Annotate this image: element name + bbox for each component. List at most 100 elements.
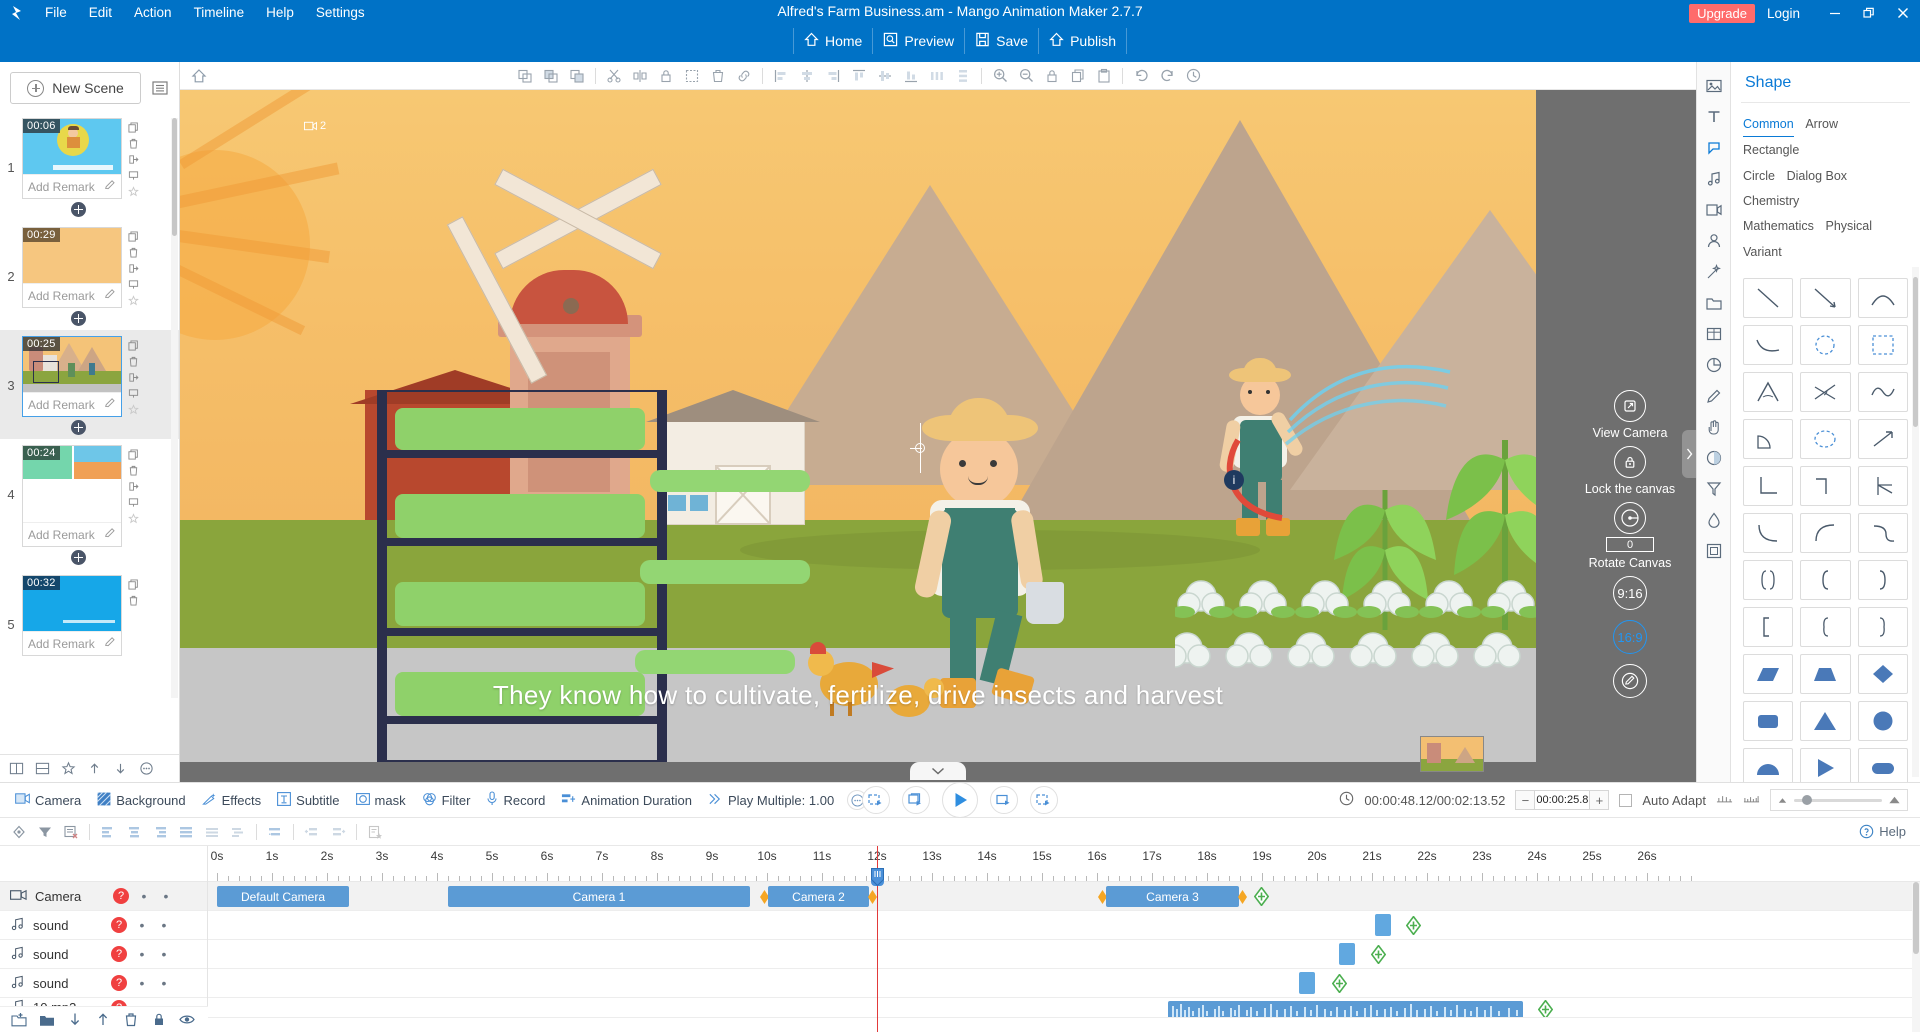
track-lock-toggle[interactable]: •	[157, 946, 171, 962]
redo-icon[interactable]	[1154, 64, 1180, 88]
track-header-camera[interactable]: Camera ? • •	[0, 882, 207, 911]
shape-tab-dialog-box[interactable]: Dialog Box	[1787, 164, 1847, 188]
preview-button[interactable]: Preview	[872, 28, 964, 54]
favorite-scene-icon[interactable]	[125, 293, 141, 307]
restore-button[interactable]	[1852, 0, 1886, 26]
copy-icon[interactable]	[1065, 64, 1091, 88]
add-track-icon[interactable]	[10, 1011, 28, 1029]
track-visibility-toggle[interactable]: •	[137, 888, 151, 904]
shape-quarter-fill[interactable]	[1743, 419, 1794, 460]
cut-icon[interactable]	[601, 64, 627, 88]
new-scene-button[interactable]: New Scene	[10, 72, 141, 104]
water-tool-icon[interactable]	[1700, 506, 1728, 534]
magic-tool-icon[interactable]	[1700, 258, 1728, 286]
lock-object-icon[interactable]	[653, 64, 679, 88]
folder-tool-icon[interactable]	[1700, 289, 1728, 317]
lock-track-icon[interactable]	[150, 1011, 168, 1029]
shape-arc[interactable]	[1857, 278, 1908, 319]
delete-object-icon[interactable]	[705, 64, 731, 88]
align-bottom-icon[interactable]	[898, 64, 924, 88]
music-tool-icon[interactable]	[1700, 165, 1728, 193]
align-clips-justify-icon[interactable]	[173, 821, 199, 843]
align-right-icon[interactable]	[820, 64, 846, 88]
shape-tab-mathematics[interactable]: Mathematics	[1743, 214, 1814, 238]
insert-scene-button[interactable]	[71, 420, 86, 435]
edit-pencil-icon[interactable]	[104, 179, 116, 194]
scene-list-options-icon[interactable]	[147, 75, 173, 101]
character-tool-icon[interactable]	[1700, 227, 1728, 255]
track-help-badge[interactable]: ?	[111, 917, 127, 933]
timeline-track-mp3[interactable]	[208, 998, 1920, 1018]
grid-view-icon[interactable]	[4, 757, 28, 781]
playhead[interactable]	[871, 846, 884, 1032]
duplicate-scene-icon[interactable]	[125, 447, 141, 461]
filter-tracks-icon[interactable]	[32, 821, 58, 843]
audio-waveform-clip[interactable]	[1168, 1001, 1523, 1017]
shape-diagonal-arrow[interactable]	[1857, 419, 1908, 460]
home-canvas-icon[interactable]	[186, 64, 212, 88]
duration-decrement[interactable]: −	[1516, 793, 1534, 808]
shift-clips-left-icon[interactable]	[299, 821, 325, 843]
favorite-icon[interactable]	[56, 757, 80, 781]
camera-clip-3[interactable]: Camera 3	[1106, 886, 1239, 907]
shape-rect-dashed[interactable]	[1857, 325, 1908, 366]
shape-bracket-curly-r[interactable]	[1857, 607, 1908, 648]
shape-tab-physical[interactable]: Physical	[1825, 214, 1872, 238]
shape-circle-dashed[interactable]	[1800, 325, 1851, 366]
menu-help[interactable]: Help	[255, 0, 305, 26]
bring-forward-icon[interactable]	[538, 64, 564, 88]
camera-keyframe-end[interactable]	[868, 890, 877, 904]
sound-marker-green[interactable]	[1370, 944, 1387, 965]
scene-remark[interactable]: Add Remark	[23, 631, 121, 655]
play-button[interactable]	[942, 782, 978, 818]
align-left-icon[interactable]	[768, 64, 794, 88]
track-header-sound-3[interactable]: sound ? • •	[0, 969, 207, 998]
filter-tool-button[interactable]: Filter	[415, 790, 478, 811]
transform-tool-icon[interactable]	[1700, 475, 1728, 503]
duplicate-scene-icon[interactable]	[125, 338, 141, 352]
edit-pencil-icon[interactable]	[104, 527, 116, 542]
preview-scene-start-button[interactable]	[862, 786, 890, 814]
link-icon[interactable]	[731, 64, 757, 88]
shape-line-diagonal-2[interactable]	[1800, 278, 1851, 319]
frame-tool-icon[interactable]	[1700, 537, 1728, 565]
flip-icon[interactable]	[627, 64, 653, 88]
auto-adapt-checkbox[interactable]	[1619, 793, 1633, 807]
favorite-scene-icon[interactable]	[125, 511, 141, 525]
scene-item-3[interactable]: 3 00:25 Add Remark	[0, 330, 179, 439]
artboard[interactable]: i They know how to cultivate, fertilize,…	[180, 90, 1536, 762]
scene-list[interactable]: 1 00:06 Add Remark 2 00:29 Add Remark 3 …	[0, 112, 179, 754]
delete-scene-icon[interactable]	[125, 354, 141, 368]
send-backward-icon[interactable]	[564, 64, 590, 88]
fit-timeline-icon[interactable]	[1716, 792, 1733, 809]
shape-tab-rectangle[interactable]: Rectangle	[1743, 138, 1799, 162]
favorite-scene-icon[interactable]	[125, 184, 141, 198]
shape-right-angle[interactable]	[1743, 466, 1794, 507]
publish-button[interactable]: Publish	[1038, 28, 1127, 54]
save-button[interactable]: Save	[964, 28, 1038, 54]
menu-action[interactable]: Action	[123, 0, 183, 26]
more-options-icon[interactable]	[134, 757, 158, 781]
shape-triangle-angle[interactable]	[1743, 372, 1794, 413]
shape-ellipse-dashed[interactable]	[1800, 419, 1851, 460]
shape-tab-variant[interactable]: Variant	[1743, 240, 1782, 264]
shape-arc-quarter[interactable]	[1743, 513, 1794, 554]
sound-clip[interactable]	[1339, 943, 1355, 965]
align-middle-icon[interactable]	[872, 64, 898, 88]
duration-increment[interactable]: +	[1590, 793, 1608, 808]
annotate-button[interactable]	[1613, 664, 1647, 698]
menu-file[interactable]: File	[34, 0, 78, 26]
move-up-icon[interactable]	[82, 757, 106, 781]
distribute-clips-icon[interactable]	[199, 821, 225, 843]
track-help-badge[interactable]: ?	[111, 946, 127, 962]
track-help-badge[interactable]: ?	[113, 888, 129, 904]
shape-line-diagonal[interactable]	[1743, 278, 1794, 319]
duration-input[interactable]	[1534, 791, 1591, 809]
scene-remark[interactable]: Add Remark	[23, 522, 121, 546]
play-multiple-button[interactable]: Play Multiple: 1.00	[701, 790, 841, 811]
move-scene-icon[interactable]	[125, 386, 141, 400]
edit-pencil-icon[interactable]	[104, 636, 116, 651]
group-icon[interactable]	[679, 64, 705, 88]
timeline-track-sound-3[interactable]	[208, 969, 1920, 998]
shape-bracket-double[interactable]	[1743, 560, 1794, 601]
